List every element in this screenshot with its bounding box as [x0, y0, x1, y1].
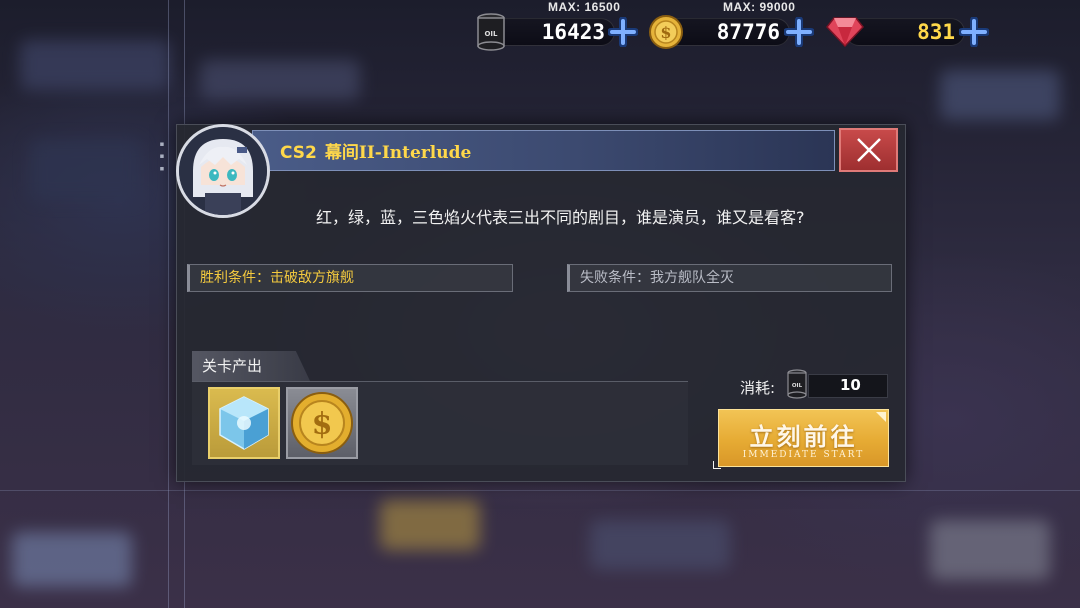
cost-label: 消耗: — [740, 379, 776, 397]
oil-barrel-icon: OIL — [787, 369, 807, 399]
svg-text:OIL: OIL — [792, 383, 803, 389]
avatar — [176, 124, 270, 218]
bg-frame-line — [168, 0, 169, 608]
bg-blur-panel — [380, 500, 480, 550]
stage-name: 幕间II-Interlude — [324, 143, 472, 163]
bg-blur-panel — [200, 60, 360, 100]
stage-title: CS2 幕间II-Interlude — [280, 138, 471, 163]
reward-item-cube[interactable] — [208, 387, 280, 459]
oil-max-label: MAX: 16500 — [548, 0, 621, 14]
oil-value: 16423 — [541, 20, 605, 44]
win-condition: 胜利条件：击破敌方旗舰 — [187, 264, 513, 292]
reward-item-coin[interactable]: $ — [286, 387, 358, 459]
gem-icon — [826, 17, 864, 48]
gold-max-label: MAX: 99000 — [723, 0, 796, 14]
corner-triangle-icon — [876, 412, 886, 422]
bg-blur-panel — [20, 40, 170, 90]
svg-text:$: $ — [660, 23, 671, 42]
start-button-sublabel: IMMEDIATE START — [742, 450, 865, 460]
lose-condition: 失败条件：我方舰队全灭 — [567, 264, 892, 292]
bg-frame-line — [0, 490, 1080, 491]
oil-plus-icon[interactable] — [608, 17, 638, 47]
gold-coin-icon: $ — [649, 15, 683, 49]
stage-code: CS2 — [280, 143, 317, 163]
gem-value: 831 — [917, 20, 955, 44]
blue-cube-icon — [210, 389, 278, 457]
close-icon — [856, 138, 881, 162]
cost-value: 10 — [840, 376, 861, 394]
gem-plus-icon[interactable] — [959, 17, 989, 47]
gold-coin-icon: $ — [291, 392, 353, 454]
bg-blur-panel — [930, 520, 1050, 580]
stage-description: 红，绿，蓝，三色焰火代表三出不同的剧目，谁是演员，谁又是看客? — [316, 208, 805, 227]
gold-value: 87776 — [716, 20, 780, 44]
close-button[interactable] — [839, 128, 898, 172]
gold-plus-icon[interactable] — [784, 17, 814, 47]
bg-blur-panel — [12, 532, 132, 587]
output-label: 关卡产出 — [192, 351, 310, 381]
character-portrait-icon — [179, 127, 267, 215]
oil-barrel-icon: OIL — [477, 13, 505, 51]
decorative-side-text: ▪ ▪ ▪ — [158, 140, 166, 174]
start-button-label: 立刻前往 — [749, 422, 858, 451]
bg-blur-panel — [940, 70, 1060, 120]
immediate-start-button[interactable]: 立刻前往 IMMEDIATE START — [718, 409, 889, 467]
svg-text:OIL: OIL — [484, 30, 498, 38]
svg-text:$: $ — [312, 407, 333, 442]
bg-blur-panel — [590, 520, 730, 570]
bg-blur-panel — [30, 140, 140, 200]
button-corner-mark — [713, 461, 721, 469]
